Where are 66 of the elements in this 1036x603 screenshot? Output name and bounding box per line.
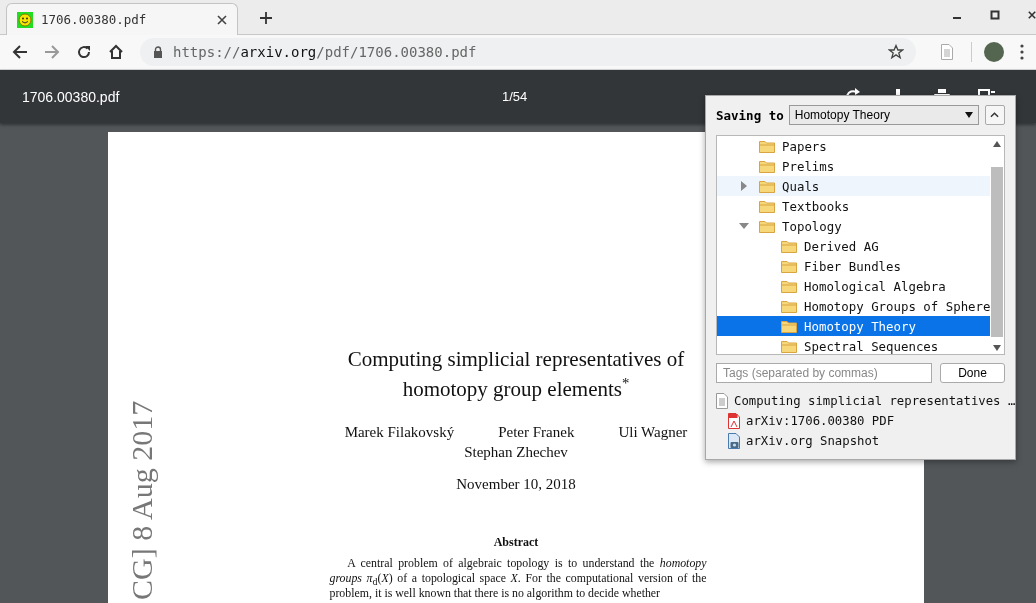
author-name: Uli Wagner: [618, 423, 688, 442]
scroll-down-icon[interactable]: [993, 345, 1001, 351]
scrollbar-thumb[interactable]: [991, 167, 1003, 337]
avatar[interactable]: [984, 42, 1004, 62]
folder-icon: [759, 219, 775, 233]
author-name: Marek Filakovský: [344, 423, 455, 442]
expanded-icon[interactable]: [739, 221, 749, 231]
new-tab-icon[interactable]: [260, 12, 272, 24]
tree-item[interactable]: Homotopy Theory: [717, 316, 990, 336]
close-icon[interactable]: [1028, 10, 1036, 20]
browser-tab[interactable]: 1706.00380.pdf: [6, 3, 238, 35]
folder-icon: [781, 259, 797, 273]
home-icon[interactable]: [108, 44, 124, 60]
menu-icon[interactable]: [1020, 44, 1024, 60]
saving-to-label: Saving to: [716, 107, 784, 123]
close-icon[interactable]: [217, 14, 227, 25]
folder-icon: [781, 279, 797, 293]
tree-item[interactable]: Textbooks: [717, 196, 990, 216]
tree-item[interactable]: Homotopy Groups of Sphere: [717, 296, 990, 316]
document-icon: [716, 393, 728, 409]
folder-icon: [759, 199, 775, 213]
folder-icon: [759, 179, 775, 193]
snapshot-icon: [728, 433, 740, 449]
author-name: Peter Franek: [498, 423, 575, 442]
collection-dropdown[interactable]: Homotopy Theory: [788, 105, 979, 125]
forward-icon[interactable]: [44, 44, 60, 60]
caret-icon: [964, 112, 973, 118]
reload-icon[interactable]: [76, 44, 92, 60]
tags-field[interactable]: Tags (separated by commas): [716, 363, 932, 383]
collapsed-icon[interactable]: [739, 181, 749, 191]
tree-item[interactable]: Topology: [717, 216, 990, 236]
page-indicator: 1/54: [502, 89, 528, 104]
pdf-icon: [728, 413, 740, 429]
tree-item[interactable]: Prelims: [717, 156, 990, 176]
paper-date: November 10, 2018: [456, 476, 576, 493]
back-icon[interactable]: [12, 44, 28, 60]
tree-item[interactable]: Spectral Sequences: [717, 336, 990, 354]
tree-item[interactable]: Homological Algebra: [717, 276, 990, 296]
tree-item[interactable]: Derived AG: [717, 236, 990, 256]
tree-item[interactable]: Quals: [717, 176, 990, 196]
abstract-heading: Abstract: [493, 535, 539, 550]
file-name: 1706.00380.pdf: [22, 88, 121, 105]
tree-item[interactable]: Fiber Bundles: [717, 256, 990, 276]
paper-title: Computing simplicial representatives of homotopy group elements$^{*}$: [346, 346, 686, 403]
collapse-icon: [990, 112, 1000, 118]
folder-icon: [781, 319, 797, 333]
scroll-up-icon[interactable]: [993, 141, 1001, 147]
attachment-title[interactable]: arXiv:1706.00380 PDF: [746, 414, 895, 428]
maximize-icon[interactable]: [990, 10, 1000, 20]
tree-item[interactable]: Papers: [717, 136, 990, 156]
author-name: Stephan Zhechev: [464, 443, 568, 462]
address-bar[interactable]: https://arxiv.org/pdf/1706.00380.pdf: [140, 38, 916, 66]
lock-icon: [153, 46, 163, 58]
collapse-button[interactable]: [984, 105, 1005, 125]
attachment-title[interactable]: arXiv.org Snapshot: [746, 434, 880, 448]
folder-icon: [759, 159, 775, 173]
arxiv-stamp-text: CG] 8 Aug 2017: [125, 400, 158, 600]
folder-icon: [781, 299, 797, 313]
done-button[interactable]: Done: [940, 363, 1005, 383]
star-icon[interactable]: [888, 44, 904, 60]
abstract-text: A central problem of algebraic topology is to understand the homotopy groups π$_{d}$(X) of a topological space X. For the computational version of the problem, it is well known that there is no algorithm to decide whether: [329, 556, 707, 601]
folder-icon: [781, 339, 797, 353]
smiley-icon: [17, 11, 33, 28]
folder-icon: [759, 139, 775, 153]
folder-icon: [781, 239, 797, 253]
attachment-title[interactable]: Computing simplicial representatives …: [734, 394, 1016, 408]
